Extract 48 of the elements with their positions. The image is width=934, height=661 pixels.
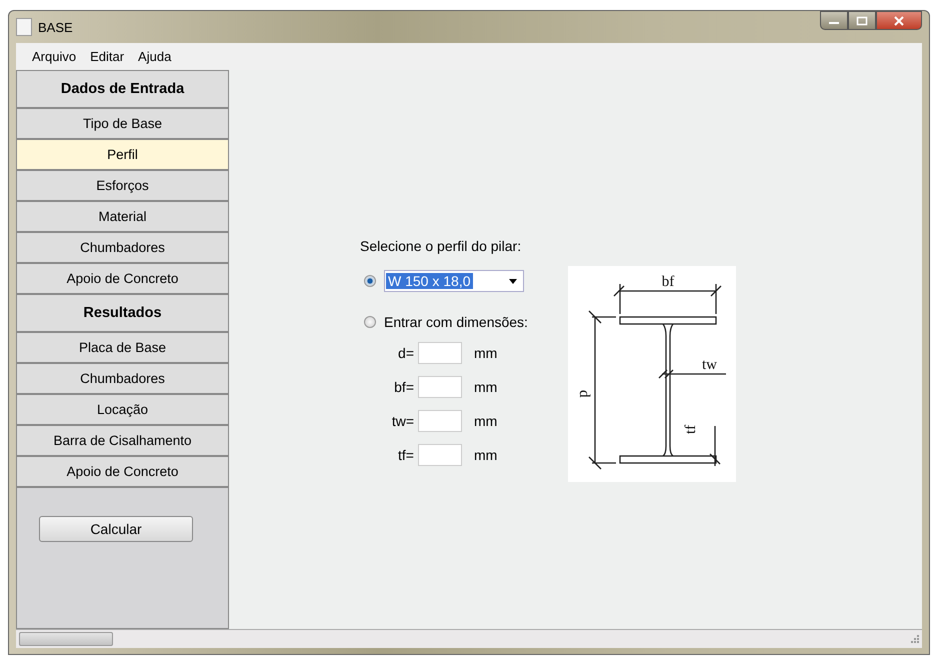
maximize-button[interactable] [848, 11, 876, 30]
resize-grip-icon[interactable] [911, 635, 919, 643]
prompt-label: Selecione o perfil do pilar: [360, 238, 522, 254]
close-icon [893, 16, 905, 26]
unit-label: mm [474, 447, 498, 463]
unit-label: mm [474, 379, 498, 395]
menu-item[interactable]: Arquivo [32, 49, 76, 64]
dimension-label: tf [682, 424, 699, 434]
close-button[interactable] [876, 11, 922, 30]
sidebar-item[interactable]: Placa de Base [17, 333, 228, 364]
option-label: Entrar com dimensões: [384, 314, 528, 330]
section-header[interactable]: Resultados [17, 295, 228, 333]
sidebar-item[interactable]: Esforços [17, 171, 228, 202]
unit-label: mm [474, 413, 498, 429]
field-label: tf= [397, 447, 415, 463]
dimension-label: d [576, 390, 592, 398]
calculate-button[interactable]: Calcular [39, 516, 193, 542]
section-header[interactable]: Dados de Entrada [17, 71, 228, 109]
sidebar-item[interactable]: Tipo de Base [17, 109, 228, 140]
radio-button[interactable] [364, 275, 376, 287]
minimize-button[interactable] [820, 11, 848, 30]
unit-label: mm [474, 345, 498, 361]
field-label: bf= [393, 379, 415, 395]
sidebar-item[interactable]: Chumbadores [17, 233, 228, 264]
sidebar-item[interactable]: Material [17, 202, 228, 233]
menu-item[interactable]: Ajuda [138, 49, 172, 64]
input-field[interactable] [418, 342, 462, 364]
dimension-label: tw [702, 357, 717, 373]
app-icon [16, 18, 32, 36]
sidebar-item[interactable]: Apoio de Concreto [17, 457, 228, 488]
input-field[interactable] [418, 444, 462, 466]
sidebar-item[interactable]: Apoio de Concreto [17, 264, 228, 295]
menu-item[interactable]: Editar [90, 49, 124, 64]
sidebar-item[interactable]: Locação [17, 395, 228, 426]
caret-icon [509, 278, 517, 284]
maximize-icon [856, 16, 868, 26]
input-field[interactable] [418, 410, 462, 432]
field-label: tw= [390, 413, 415, 429]
sidebar-item[interactable]: Barra de Cisalhamento [17, 426, 228, 457]
input-field[interactable] [418, 376, 462, 398]
dimension-label: bf [662, 274, 674, 290]
profile-dropdown[interactable]: W 150 x 18,0 [384, 270, 524, 292]
field-label: d= [397, 345, 415, 361]
scroll-bar[interactable] [19, 632, 113, 646]
sidebar-item[interactable]: Perfil [17, 140, 228, 171]
radio-button[interactable] [364, 316, 376, 328]
sidebar-item[interactable]: Chumbadores [17, 364, 228, 395]
window-title: BASE [38, 20, 73, 34]
